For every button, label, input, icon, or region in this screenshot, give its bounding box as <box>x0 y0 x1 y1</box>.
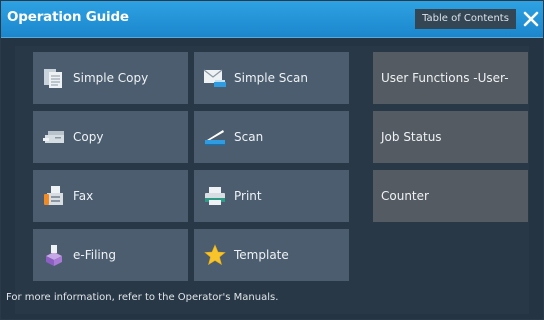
user-functions-label: User Functions -User- <box>381 71 509 85</box>
simple-copy-button[interactable]: Simple Copy <box>33 52 188 104</box>
user-functions-button[interactable]: User Functions -User- <box>373 52 528 104</box>
copy-button[interactable]: Copy <box>33 111 188 163</box>
simple-copy-label: Simple Copy <box>73 71 149 85</box>
job-status-label: Job Status <box>381 130 442 144</box>
simple-scan-label: Simple Scan <box>234 71 308 85</box>
fax-button[interactable]: Fax <box>33 170 188 222</box>
operation-guide-window: Operation Guide Table of Contents Simple… <box>0 0 544 320</box>
function-panel: Simple Copy Simple Scan Copy Scan Fax Pr… <box>15 46 529 314</box>
counter-button[interactable]: Counter <box>373 170 528 222</box>
star-icon <box>204 244 226 266</box>
close-icon <box>523 11 539 27</box>
simple-scan-button[interactable]: Simple Scan <box>194 52 349 104</box>
print-button[interactable]: Print <box>194 170 349 222</box>
e-filing-box-icon <box>46 245 62 266</box>
table-of-contents-button[interactable]: Table of Contents <box>415 9 516 29</box>
e-filing-button[interactable]: e-Filing <box>33 229 188 281</box>
counter-label: Counter <box>381 189 429 203</box>
fax-label: Fax <box>73 189 94 203</box>
window-title: Operation Guide <box>7 9 129 25</box>
printer-icon <box>205 187 225 205</box>
scanner-icon <box>205 130 225 146</box>
copier-icon <box>43 131 64 143</box>
print-label: Print <box>234 189 262 203</box>
e-filing-label: e-Filing <box>73 248 116 262</box>
scan-label: Scan <box>234 130 264 144</box>
job-status-button[interactable]: Job Status <box>373 111 528 163</box>
scan-button[interactable]: Scan <box>194 111 349 163</box>
copy-label: Copy <box>73 130 104 144</box>
close-button[interactable] <box>521 7 541 31</box>
template-label: Template <box>234 248 289 262</box>
template-button[interactable]: Template <box>194 229 349 281</box>
fax-icon <box>44 186 63 205</box>
footer-info-text: For more information, refer to the Opera… <box>6 292 279 303</box>
simple-copy-icon <box>44 69 62 88</box>
simple-scan-icon <box>203 69 226 87</box>
title-bar: Operation Guide Table of Contents <box>1 1 543 38</box>
